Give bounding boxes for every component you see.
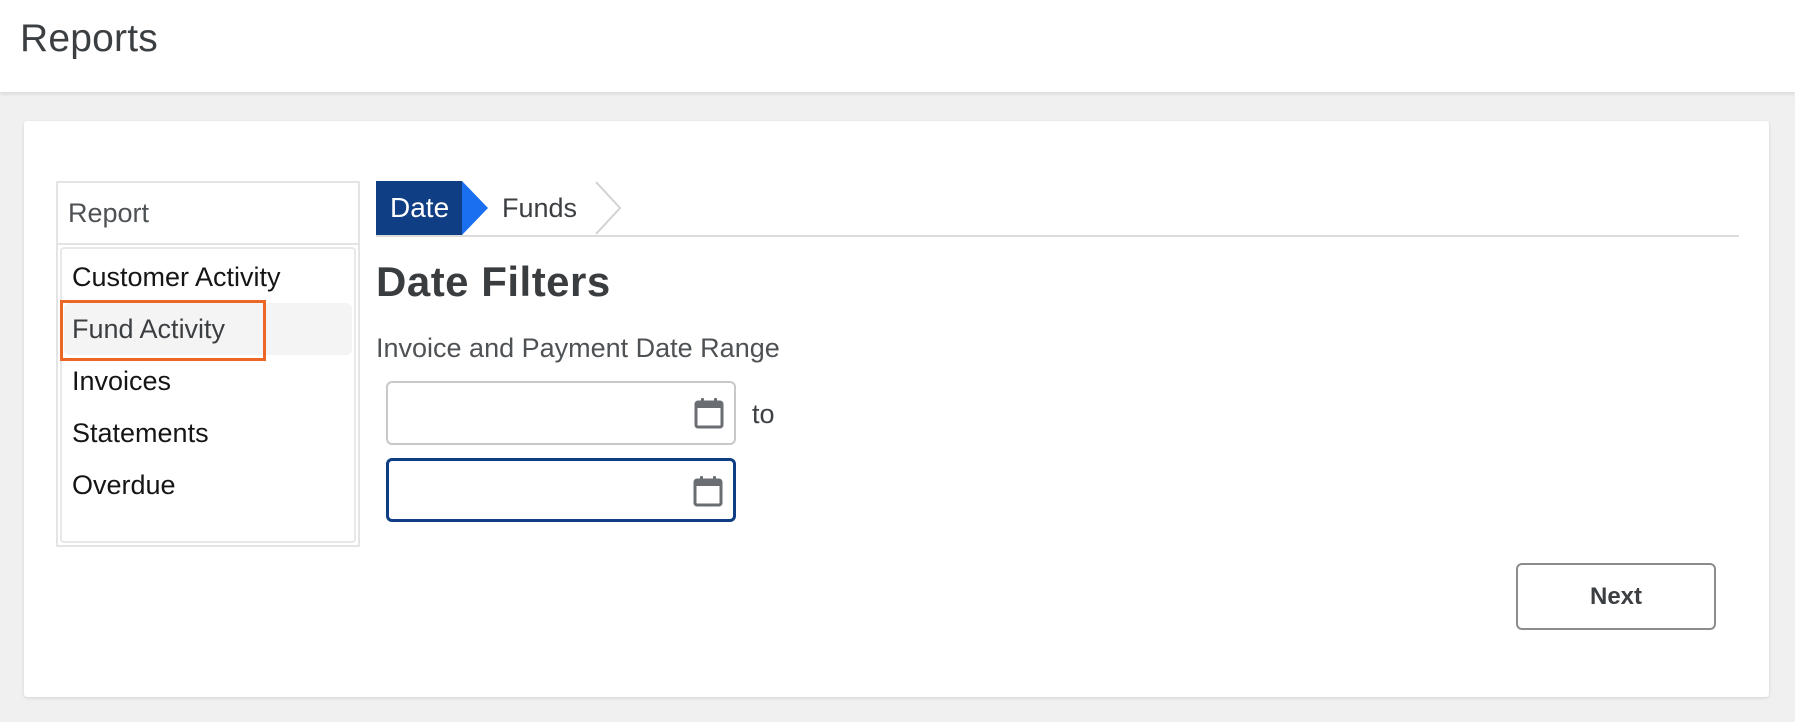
section-title: Date Filters <box>376 258 611 305</box>
step-date[interactable]: Date <box>376 181 462 235</box>
report-item-fund-activity[interactable]: Fund Activity <box>60 300 352 361</box>
end-date-field[interactable] <box>386 458 736 522</box>
start-date-input[interactable] <box>398 389 672 439</box>
range-separator: to <box>752 399 775 429</box>
report-item-label: Invoices <box>72 365 172 396</box>
calendar-icon[interactable] <box>694 397 724 429</box>
step-funds[interactable]: Funds <box>502 181 577 235</box>
report-item-label: Customer Activity <box>72 261 281 292</box>
calendar-icon[interactable] <box>693 475 723 507</box>
report-item-overdue[interactable]: Overdue <box>64 459 352 511</box>
report-item-statements[interactable]: Statements <box>64 407 352 459</box>
page-header: Reports <box>0 0 1795 92</box>
report-item-customer-activity[interactable]: Customer Activity <box>64 251 352 303</box>
report-menu: Report Customer Activity Fund Activity I… <box>56 181 360 547</box>
wizard-nav: Date Funds <box>376 181 1739 237</box>
report-item-label: Statements <box>72 417 209 448</box>
step-date-arrow <box>462 181 488 235</box>
report-item-label: Overdue <box>72 469 176 500</box>
report-card: Report Customer Activity Fund Activity I… <box>24 121 1769 697</box>
step-funds-chevron <box>595 181 622 235</box>
date-range-label: Invoice and Payment Date Range <box>376 333 780 363</box>
next-button[interactable]: Next <box>1516 563 1716 630</box>
report-item-label: Fund Activity <box>72 313 226 344</box>
report-menu-list: Customer Activity Fund Activity Invoices… <box>60 247 356 543</box>
report-menu-header: Report <box>58 183 358 245</box>
page-title: Reports <box>20 17 158 60</box>
start-date-field[interactable] <box>386 381 736 445</box>
report-item-invoices[interactable]: Invoices <box>64 355 352 407</box>
end-date-input[interactable] <box>399 467 673 517</box>
